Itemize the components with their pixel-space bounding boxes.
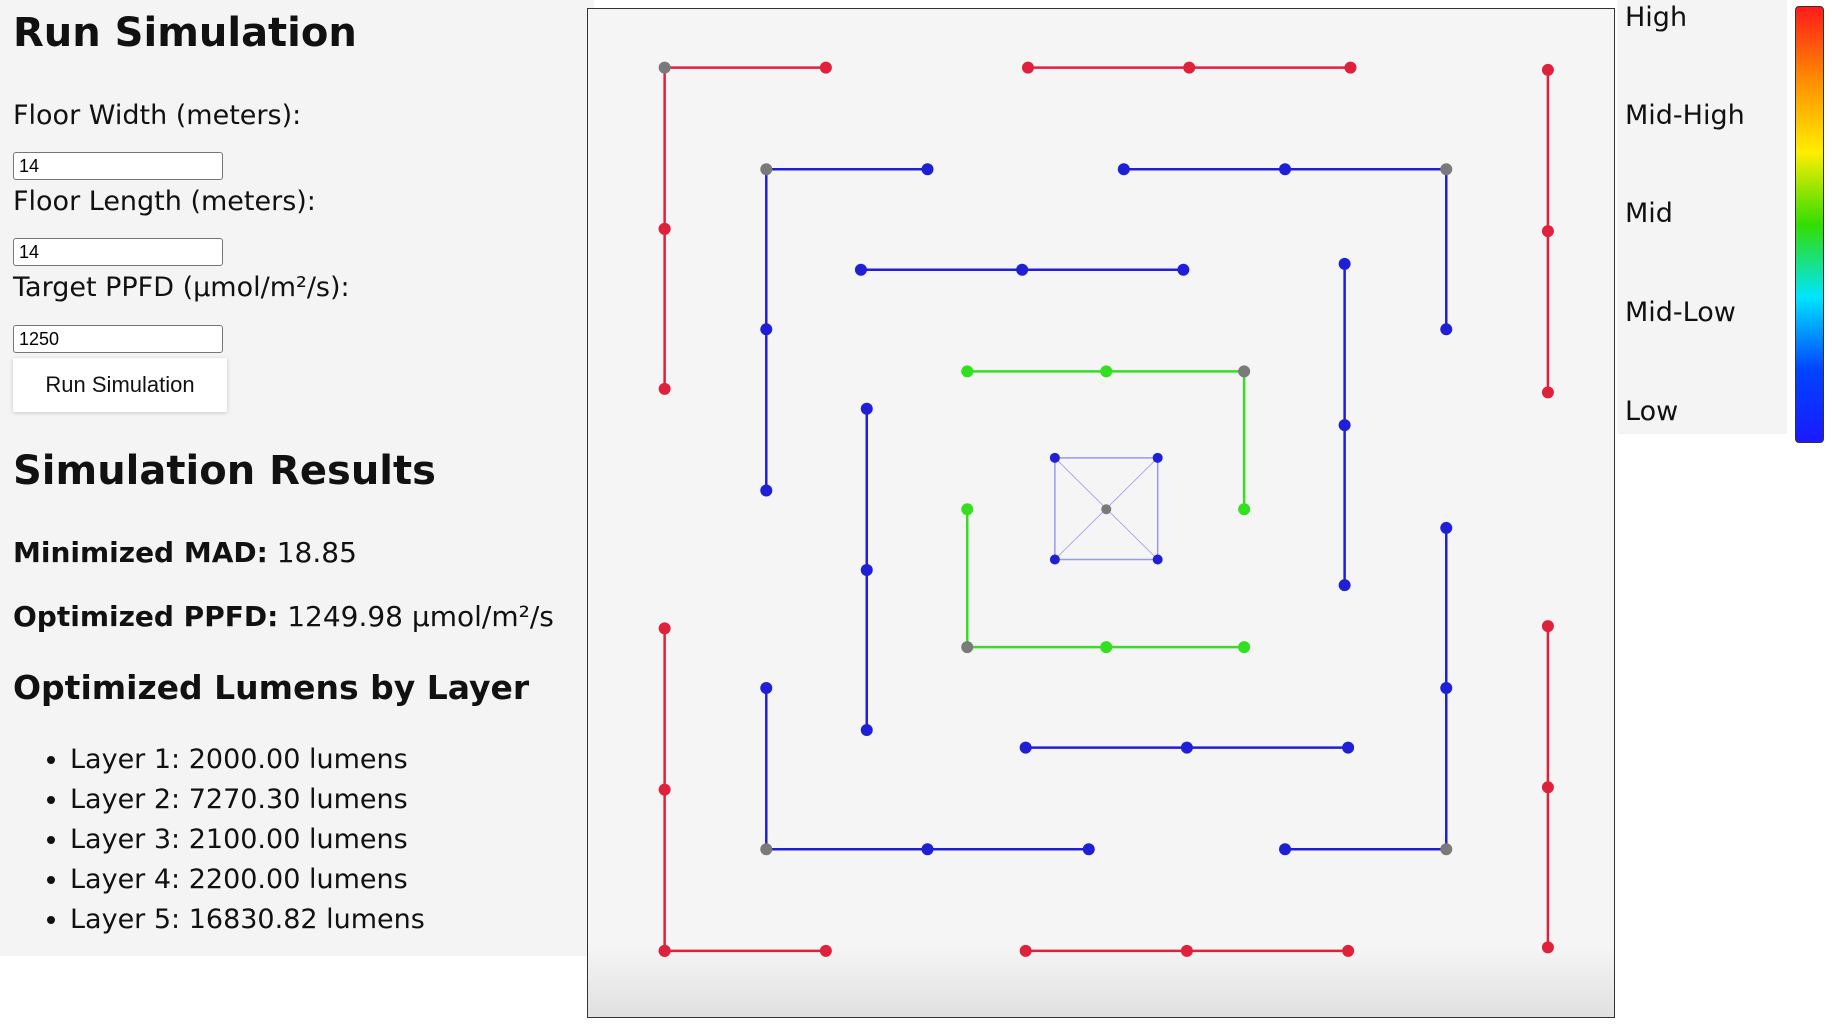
red-strip-light-node — [1541, 941, 1554, 954]
red-strip-light-node — [1541, 386, 1554, 399]
list-item: Layer 2: 7270.30 lumens — [70, 780, 425, 820]
legend-label-low: Low — [1625, 396, 1679, 427]
run-simulation-button[interactable]: Run Simulation — [13, 358, 227, 412]
blue-strip-light-node — [860, 402, 873, 415]
blue-strip-light-node — [1177, 263, 1190, 276]
green-strip-light-node — [1238, 503, 1251, 516]
legend-panel: High Mid-High Mid Mid-Low Low — [1617, 0, 1787, 434]
blue-strip-light-node — [1019, 741, 1032, 754]
results-heading: Simulation Results — [13, 448, 436, 494]
red-strip-light-node — [1021, 61, 1034, 74]
light-layout-diagram — [658, 61, 1554, 957]
red-strip-light-node — [1342, 944, 1355, 957]
center-light-node — [1049, 554, 1060, 565]
red-strip-light-node — [1541, 63, 1554, 76]
blue-strip-light-node — [760, 323, 773, 336]
floor-width-input[interactable] — [13, 152, 223, 180]
layer-lumens-list: Layer 1: 2000.00 lumens Layer 2: 7270.30… — [13, 740, 425, 940]
lumens-heading: Optimized Lumens by Layer — [13, 668, 530, 707]
blue-strip-light-node — [1440, 521, 1453, 534]
green-strip-light-node — [1100, 365, 1113, 378]
floor-length-label: Floor Length (meters): — [13, 186, 316, 217]
ppfd-metric: Optimized PPFD: 1249.98 µmol/m²/s — [13, 600, 554, 633]
red-strip-light-node — [1344, 61, 1357, 74]
blue-strip-light-node — [1338, 579, 1351, 592]
red-strip-light-node — [658, 382, 671, 395]
mad-metric: Minimized MAD: 18.85 — [13, 536, 357, 569]
blue-strip-light-node — [760, 682, 773, 694]
green-strip-light-node — [961, 503, 974, 516]
red-strip-light-node — [1541, 225, 1554, 238]
legend-label-mid: Mid — [1625, 198, 1673, 229]
blue-strip-light-node — [1279, 843, 1292, 856]
red-strip-light-node — [1541, 620, 1554, 633]
blue-strip-light-node — [860, 563, 873, 576]
blue-strip-light-node — [760, 843, 773, 856]
center-light-node — [1049, 452, 1060, 463]
green-strip-light-node — [961, 641, 974, 654]
blue-strip-light-node — [854, 263, 867, 276]
controls-panel: Run Simulation Floor Width (meters): Flo… — [0, 0, 594, 956]
mad-label: Minimized MAD: — [13, 536, 268, 569]
simulation-canvas — [587, 8, 1615, 1018]
blue-strip-light-node — [1338, 419, 1351, 432]
blue-strip-light-node — [1279, 163, 1292, 176]
list-item: Layer 5: 16830.82 lumens — [70, 900, 425, 940]
green-strip-light-node — [1238, 365, 1251, 378]
green-strip-light-node — [1238, 641, 1251, 654]
red-strip-light-node — [1183, 61, 1196, 74]
blue-strip-light-node — [1338, 257, 1351, 270]
list-item: Layer 3: 2100.00 lumens — [70, 820, 425, 860]
red-strip-light-node — [658, 61, 671, 74]
blue-strip-light-node — [921, 843, 934, 856]
green-strip-light-node — [1100, 641, 1113, 654]
red-strip-light-node — [819, 944, 832, 957]
ppfd-value: 1249.98 µmol/m²/s — [287, 600, 554, 633]
blue-strip-light-node — [760, 484, 773, 497]
red-strip-light-node — [658, 622, 671, 635]
mad-value: 18.85 — [276, 536, 357, 569]
blue-strip-light-node — [760, 163, 773, 176]
page-title: Run Simulation — [13, 10, 357, 56]
blue-strip-light-node — [1117, 163, 1130, 176]
list-item: Layer 4: 2200.00 lumens — [70, 860, 425, 900]
red-strip-light-node — [819, 61, 832, 74]
red-strip-light-node — [658, 222, 671, 235]
red-strip-light-node — [658, 783, 671, 796]
blue-strip-light-node — [1440, 843, 1453, 856]
red-strip-light-node — [1180, 944, 1193, 957]
intensity-colorbar — [1795, 6, 1824, 443]
floor-width-label: Floor Width (meters): — [13, 100, 302, 131]
blue-strip-light-node — [1082, 843, 1095, 856]
ppfd-label: Optimized PPFD: — [13, 600, 279, 633]
blue-strip-light-node — [1180, 741, 1193, 754]
blue-strip-light-node — [921, 163, 934, 176]
legend-label-high: High — [1625, 2, 1688, 33]
blue-strip-light-node — [1016, 263, 1029, 276]
red-strip-light-node — [658, 944, 671, 957]
blue-strip-light-node — [1440, 163, 1453, 176]
blue-strip-light-node — [1440, 682, 1453, 694]
legend-label-mid-high: Mid-High — [1625, 100, 1745, 131]
target-ppfd-label: Target PPFD (µmol/m²/s): — [13, 272, 350, 303]
center-light-node — [1152, 452, 1163, 463]
blue-strip-light-node — [860, 724, 873, 737]
list-item: Layer 1: 2000.00 lumens — [70, 740, 425, 780]
green-strip-light-node — [961, 365, 974, 378]
red-strip-light-node — [1019, 944, 1032, 957]
center-light-node — [1152, 554, 1163, 565]
blue-strip-light-node — [1440, 323, 1453, 336]
blue-strip-light-node — [1342, 741, 1355, 754]
center-light-node — [1101, 504, 1112, 515]
legend-label-mid-low: Mid-Low — [1625, 297, 1736, 328]
red-strip-light-node — [1541, 781, 1554, 794]
target-ppfd-input[interactable] — [13, 325, 223, 353]
floor-length-input[interactable] — [13, 238, 223, 266]
